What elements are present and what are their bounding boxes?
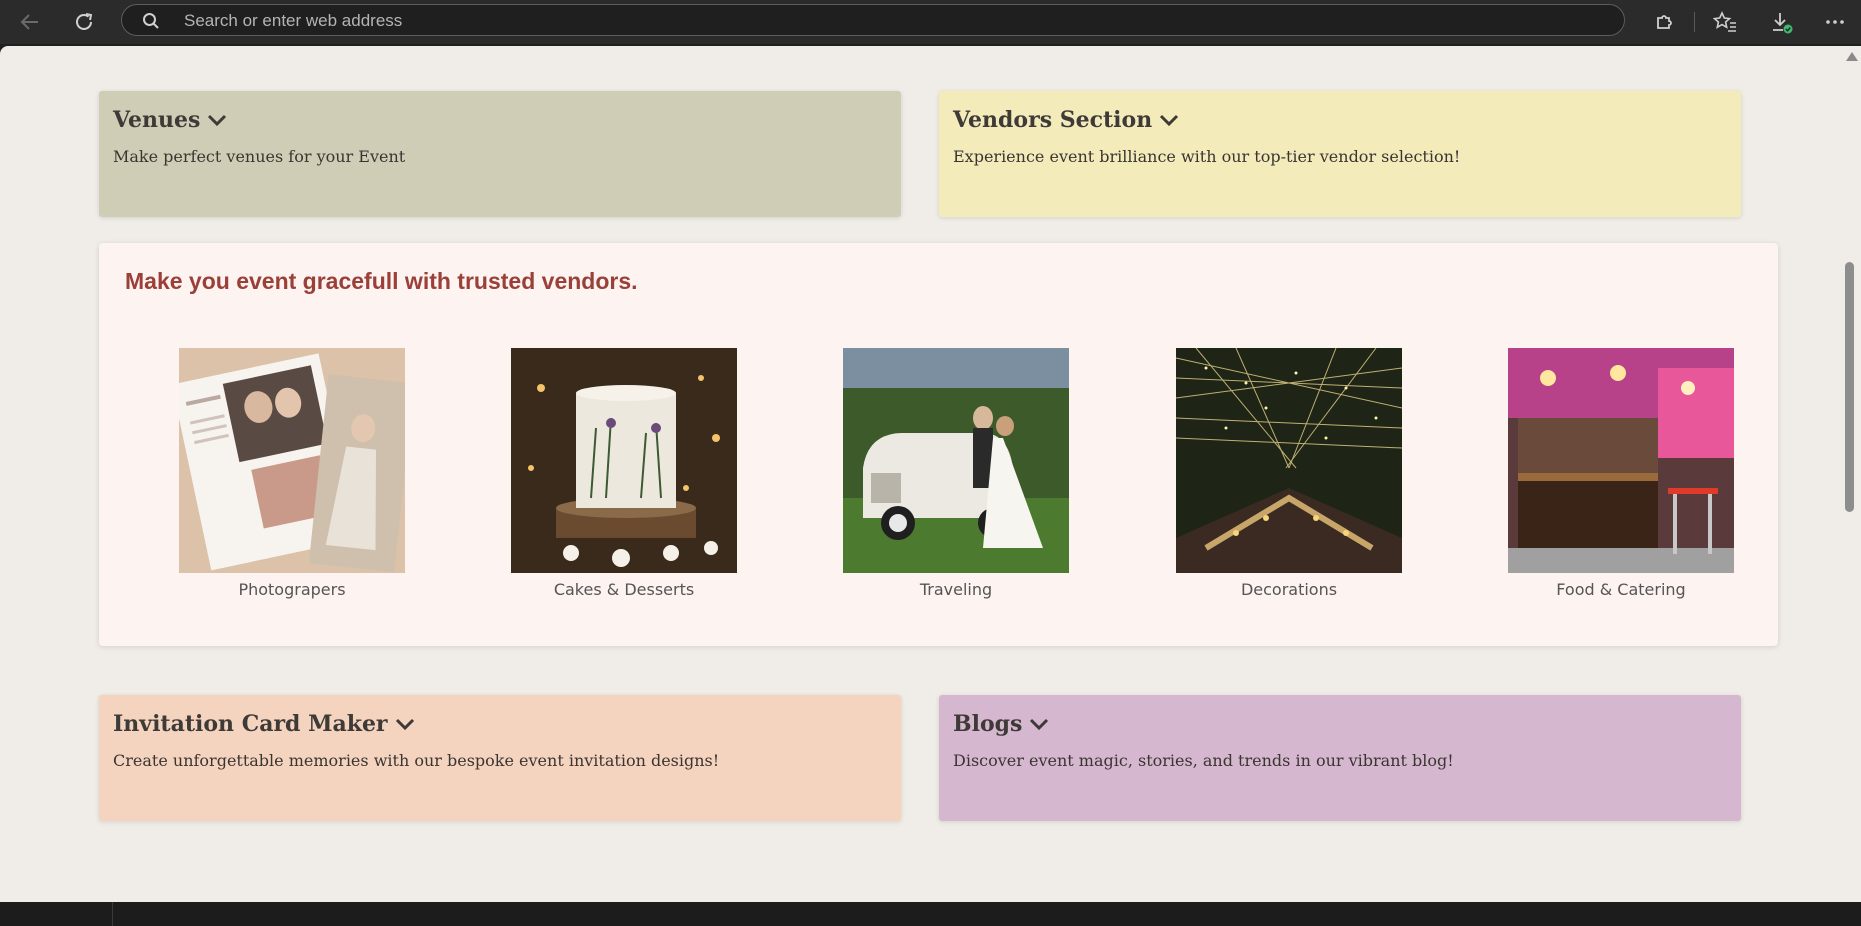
invitation-card-maker-description: Create unforgettable memories with our b… [113,751,720,770]
toolbar-separator [1694,12,1695,32]
vendors-section-description: Experience event brilliance with our top… [953,147,1461,166]
vendor-traveling[interactable]: Traveling [843,348,1069,599]
photographers-image [179,348,405,573]
vendor-label-food-catering: Food & Catering [1556,580,1686,599]
back-button[interactable] [14,6,46,38]
star-list-icon [1713,11,1736,32]
reload-icon [76,13,93,30]
vendor-label-traveling: Traveling [919,580,993,599]
bottom-divider [112,902,113,926]
back-arrow-icon [20,14,38,30]
favorites-button[interactable] [1709,6,1741,38]
food-catering-image [1508,348,1734,573]
vendors-heading: Make you event gracefull with trusted ve… [125,268,638,294]
venues-card[interactable]: Venues Make perfect venues for your Even… [99,91,901,217]
puzzle-icon [1657,15,1672,29]
blogs-title-text: Blogs [953,711,1023,737]
extensions-button[interactable] [1648,6,1680,38]
vendors-panel: Make you event gracefull with trusted ve… [99,243,1778,646]
search-icon [143,13,159,29]
bottom-strip [0,902,1861,926]
venues-description: Make perfect venues for your Event [113,147,406,166]
blogs-card[interactable]: Blogs Discover event magic, stories, and… [939,695,1741,821]
cakes-image [511,348,737,573]
reload-button[interactable] [68,6,100,38]
vendor-photographers[interactable]: Photograpers [179,348,405,599]
vendors-section-card[interactable]: Vendors Section Experience event brillia… [939,91,1741,217]
more-dots-icon [1826,20,1844,24]
invitation-card-maker-title[interactable]: Invitation Card Maker [113,711,887,737]
decorations-image [1176,348,1402,573]
more-menu-button[interactable] [1819,6,1851,38]
chevron-down-icon [395,718,414,731]
address-input[interactable] [182,7,1586,35]
chevron-down-icon [208,114,227,127]
scroll-up-arrow-icon[interactable] [1846,52,1858,61]
invitation-card-maker-card[interactable]: Invitation Card Maker Create unforgettab… [99,695,901,821]
vendor-label-cakes: Cakes & Desserts [553,580,695,599]
vendors-section-title-text: Vendors Section [953,107,1153,133]
venues-title[interactable]: Venues [113,107,887,133]
download-icon [1773,13,1793,34]
address-bar[interactable] [121,4,1625,36]
vendor-label-decorations: Decorations [1240,580,1338,599]
page-viewport: Venues Make perfect venues for your Even… [0,46,1840,902]
blogs-description: Discover event magic, stories, and trend… [953,751,1454,770]
chevron-down-icon [1030,718,1049,731]
vendor-food-catering[interactable]: Food & Catering [1508,348,1734,599]
vendor-cakes-desserts[interactable]: Cakes & Desserts [511,348,737,599]
vendor-label-photographers: Photograpers [238,580,346,599]
traveling-image [843,348,1069,573]
downloads-button[interactable] [1765,6,1797,38]
vendors-section-title[interactable]: Vendors Section [953,107,1727,133]
chevron-down-icon [1160,114,1179,127]
vendor-decorations[interactable]: Decorations [1176,348,1402,599]
scrollbar-thumb[interactable] [1845,262,1854,512]
invitation-card-maker-title-text: Invitation Card Maker [113,711,388,737]
venues-title-text: Venues [113,107,201,133]
browser-toolbar [0,0,1861,44]
blogs-title[interactable]: Blogs [953,711,1727,737]
